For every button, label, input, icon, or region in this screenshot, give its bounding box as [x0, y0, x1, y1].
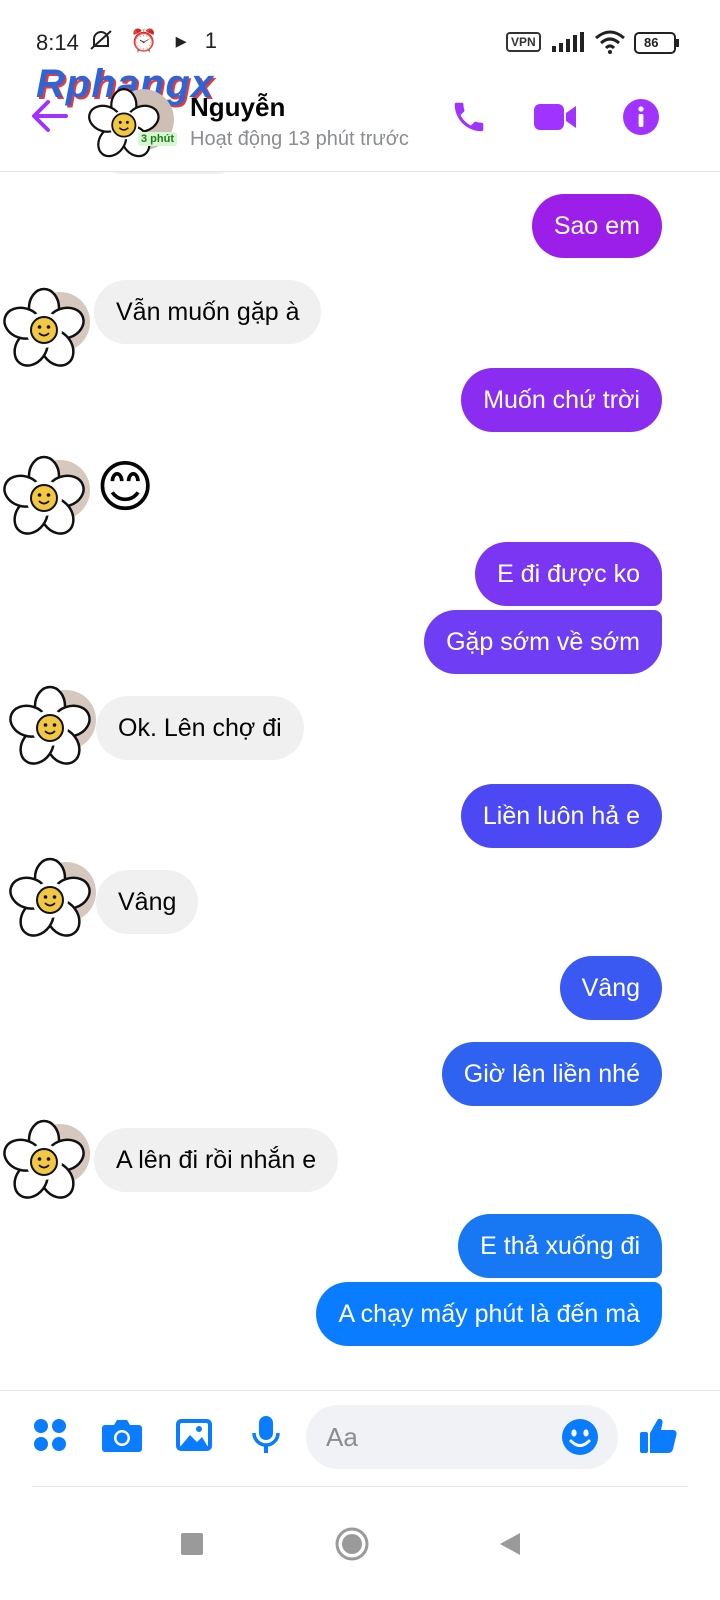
info-button[interactable] — [618, 94, 664, 140]
back-button[interactable] — [482, 1516, 538, 1572]
smiley-face — [30, 1148, 58, 1176]
camera-icon — [102, 1420, 142, 1452]
smiley-face — [36, 886, 64, 914]
battery-level: 86 — [644, 35, 659, 50]
message-bubble-outgoing[interactable]: E thả xuống đi — [458, 1214, 662, 1278]
message-list[interactable]: Sao em Vẫn muốn gặp à Muốn chứ trời 😊 E … — [0, 172, 720, 1390]
message-input-container[interactable] — [306, 1405, 618, 1469]
active-status: Hoạt động 13 phút trước — [190, 128, 409, 150]
info-icon — [623, 99, 659, 135]
message-bubble-outgoing[interactable]: Giờ lên liền nhé — [441, 1042, 662, 1106]
recents-button[interactable] — [164, 1516, 220, 1572]
phone-icon — [454, 102, 484, 132]
message-composer — [0, 1390, 720, 1486]
smiley-face — [36, 714, 64, 742]
wifi-icon — [595, 30, 625, 54]
sender-avatar[interactable] — [0, 450, 96, 542]
like-icon — [640, 1418, 677, 1453]
message-bubble-incoming[interactable]: Vẫn muốn gặp à — [94, 280, 322, 344]
message-bubble-incoming[interactable]: Ok. Lên chợ đi — [96, 696, 304, 760]
message-bubble-outgoing[interactable]: E đi được ko — [475, 542, 662, 606]
message-bubble-outgoing[interactable]: Liền luôn hả e — [460, 784, 662, 848]
video-call-button[interactable] — [532, 94, 578, 140]
status-left-glyphs: ⏰ ▸ 1 — [130, 28, 224, 53]
sender-avatar[interactable] — [6, 680, 102, 772]
recents-icon — [181, 1533, 203, 1555]
active-time-badge: 3 phút — [138, 132, 177, 146]
message-bubble-incoming[interactable]: A lên đi rồi nhắn e — [94, 1128, 339, 1192]
message-bubble-incoming[interactable]: Vâng — [96, 870, 199, 934]
apps-button[interactable] — [28, 1413, 72, 1457]
message-bubble-outgoing[interactable]: Sao em — [531, 194, 662, 258]
signal-icon — [552, 32, 584, 52]
muted-bell-icon — [90, 30, 112, 50]
sender-avatar[interactable] — [6, 852, 102, 944]
message-bubble-partial — [104, 172, 234, 174]
sender-avatar[interactable] — [0, 1114, 96, 1206]
back-icon — [500, 1533, 520, 1555]
emoji-message[interactable]: 😊 — [96, 452, 154, 522]
sender-avatar[interactable] — [0, 282, 96, 374]
smiley-face — [30, 484, 58, 512]
message-input[interactable] — [326, 1405, 546, 1469]
divider — [32, 1486, 688, 1487]
video-camera-icon — [534, 104, 576, 130]
gallery-button[interactable] — [172, 1413, 216, 1457]
contact-avatar[interactable] — [88, 82, 174, 168]
voice-record-button[interactable] — [244, 1413, 288, 1457]
vpn-icon: VPN — [506, 32, 541, 52]
home-icon — [335, 1527, 369, 1561]
message-bubble-outgoing[interactable]: Gặp sớm về sớm — [424, 610, 662, 674]
status-time: 8:14 — [36, 30, 79, 55]
smiley-face — [30, 316, 58, 344]
like-button[interactable] — [636, 1413, 680, 1457]
message-bubble-outgoing[interactable]: Vâng — [559, 956, 662, 1020]
voice-call-button[interactable] — [446, 94, 492, 140]
microphone-icon — [252, 1416, 280, 1453]
system-nav-bar — [0, 1490, 720, 1600]
camera-button[interactable] — [100, 1413, 144, 1457]
apps-icon — [34, 1419, 66, 1451]
message-bubble-outgoing[interactable]: A chạy mấy phút là đến mà — [316, 1282, 662, 1346]
back-arrow-icon[interactable] — [28, 94, 72, 138]
home-button[interactable] — [324, 1516, 380, 1572]
chat-header: Rphangx 3 phút Nguyễn Hoạt động 13 phút … — [0, 60, 720, 172]
notification-icons: ⏰ ▸ 1 — [88, 28, 223, 54]
gallery-icon — [176, 1419, 212, 1451]
emoji-icon[interactable] — [560, 1417, 600, 1457]
message-bubble-outgoing[interactable]: Muốn chứ trời — [461, 368, 662, 432]
contact-name[interactable]: Nguyễn — [190, 92, 285, 123]
